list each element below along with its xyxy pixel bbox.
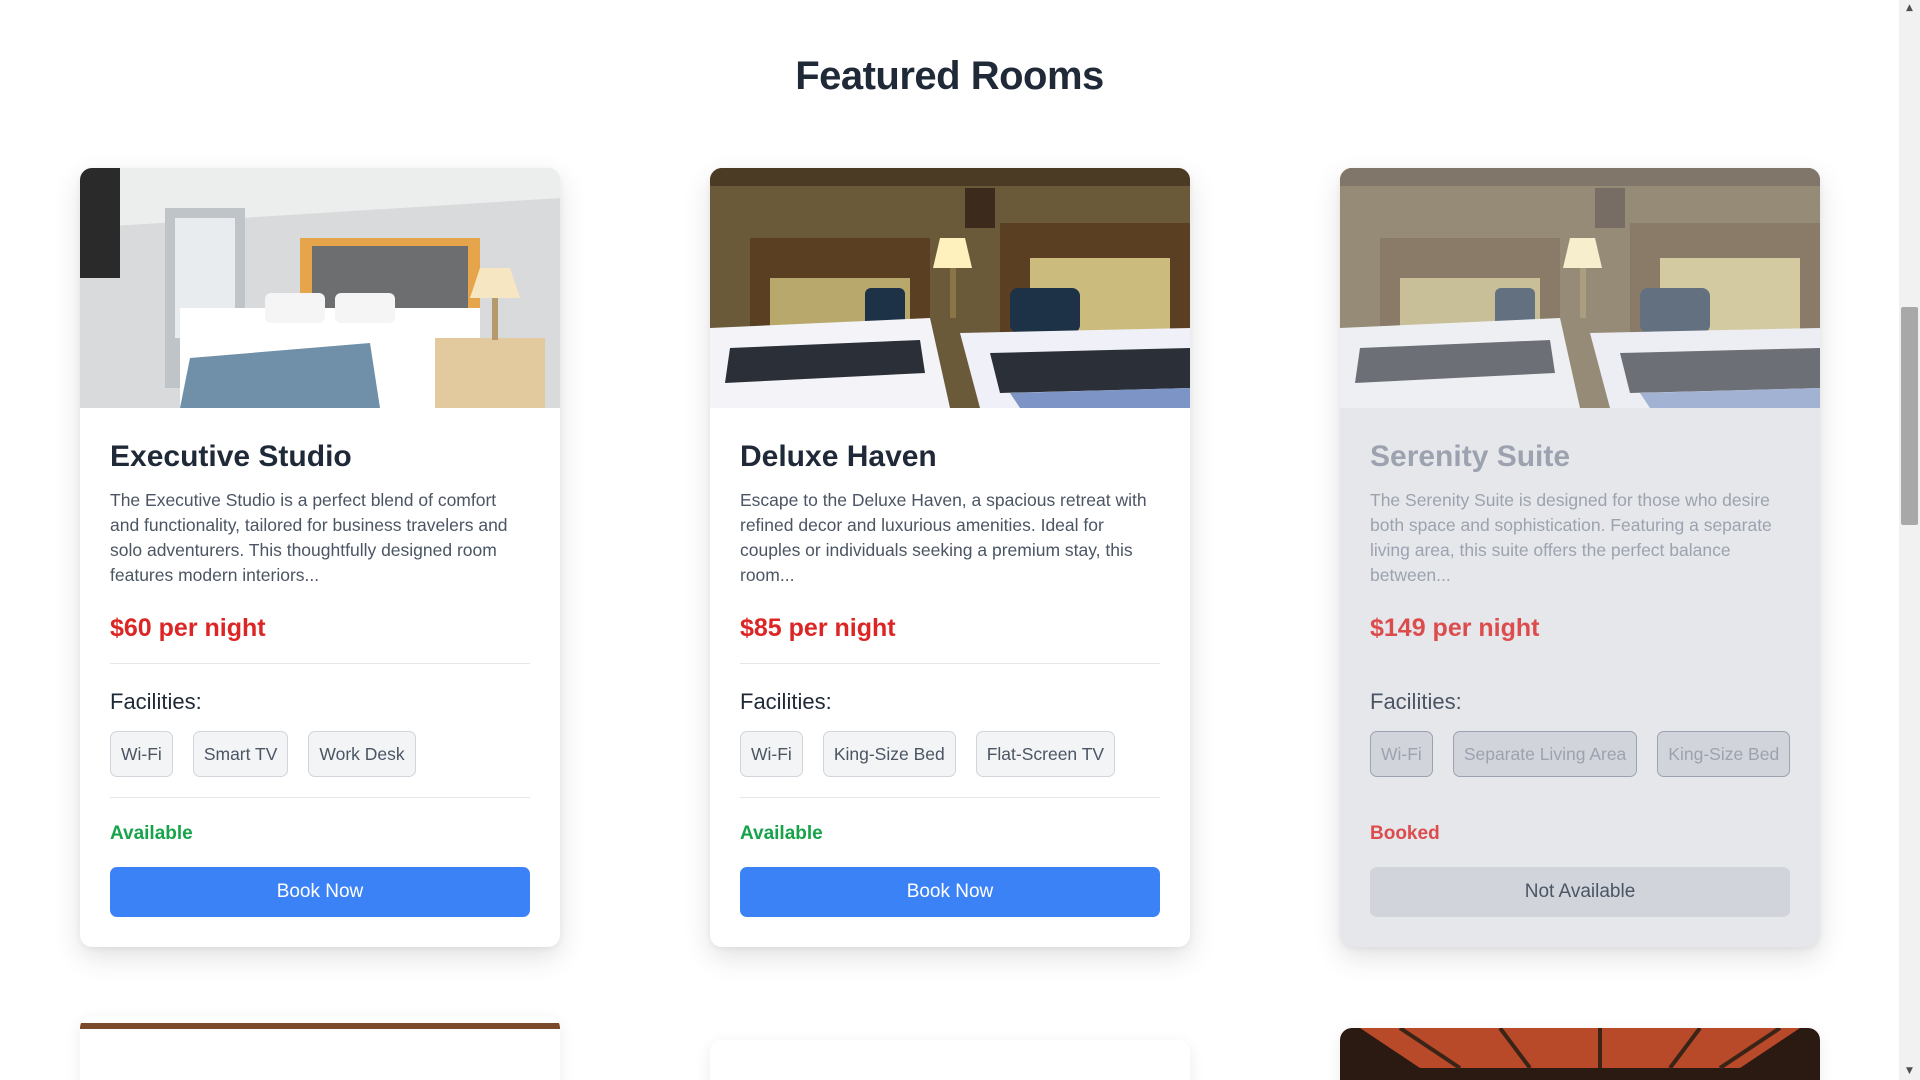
- not-available-button: Not Available: [1370, 867, 1790, 917]
- room-photo: [80, 168, 560, 408]
- room-price: $85 per night: [740, 614, 896, 642]
- facilities-list: Wi-Fi King-Size Bed Flat-Screen TV: [740, 731, 1160, 777]
- room-name: Executive Studio: [110, 440, 352, 473]
- room-card-executive-studio: Executive Studio The Executive Studio is…: [80, 168, 560, 947]
- book-now-button[interactable]: Book Now: [110, 867, 530, 917]
- triangle-down-icon[interactable]: ▼: [1899, 1063, 1920, 1080]
- room-name: Deluxe Haven: [740, 440, 937, 473]
- room-description: The Serenity Suite is designed for those…: [1370, 490, 1772, 585]
- room-description: Escape to the Deluxe Haven, a spacious r…: [740, 490, 1147, 585]
- room-card-peek: [1340, 1028, 1820, 1080]
- facility-chip: Flat-Screen TV: [975, 731, 1116, 777]
- facilities-label: Facilities:: [110, 689, 202, 714]
- book-now-button[interactable]: Book Now: [740, 867, 1160, 917]
- facility-chip: Separate Living Area: [1452, 731, 1638, 777]
- facility-chip: Wi-Fi: [1370, 731, 1433, 777]
- facilities-list: Wi-Fi Smart TV Work Desk: [110, 731, 530, 777]
- facilities-list: Wi-Fi Separate Living Area King-Size Bed: [1370, 731, 1791, 777]
- divider: [1370, 797, 1790, 798]
- room-description: The Executive Studio is a perfect blend …: [110, 490, 508, 585]
- facility-chip: King-Size Bed: [1657, 731, 1791, 777]
- divider: [740, 797, 1160, 798]
- availability-status: Available: [740, 823, 823, 844]
- featured-rooms-page: Featured Rooms Executive Studio The Exec…: [0, 0, 1899, 1080]
- facilities-label: Facilities:: [740, 689, 832, 714]
- facility-chip: Work Desk: [308, 731, 416, 777]
- room-card-deluxe-haven: Deluxe Haven Escape to the Deluxe Haven,…: [710, 168, 1190, 947]
- vertical-scrollbar[interactable]: ▲ ▼: [1899, 0, 1920, 1080]
- facility-chip: Smart TV: [192, 731, 289, 777]
- availability-status: Booked: [1370, 823, 1440, 844]
- room-price: $149 per night: [1370, 614, 1540, 642]
- divider: [740, 663, 1160, 664]
- facility-chip: Wi-Fi: [740, 731, 803, 777]
- room-card-peek: [80, 1016, 560, 1080]
- divider: [110, 797, 530, 798]
- section-title: Featured Rooms: [795, 54, 1104, 98]
- facility-chip: Wi-Fi: [110, 731, 173, 777]
- room-card-peek: [710, 1040, 1190, 1080]
- scrollbar-thumb[interactable]: [1901, 307, 1918, 525]
- facility-chip: King-Size Bed: [822, 731, 956, 777]
- room-photo: [710, 168, 1190, 408]
- triangle-up-icon[interactable]: ▲: [1899, 0, 1920, 17]
- divider: [110, 663, 530, 664]
- availability-status: Available: [110, 823, 193, 844]
- room-price: $60 per night: [110, 614, 266, 642]
- facilities-label: Facilities:: [1370, 689, 1462, 714]
- room-name: Serenity Suite: [1370, 440, 1571, 473]
- room-photo: [1340, 168, 1820, 408]
- room-card-serenity-suite: Serenity Suite The Serenity Suite is des…: [1340, 168, 1820, 947]
- divider: [1370, 663, 1790, 664]
